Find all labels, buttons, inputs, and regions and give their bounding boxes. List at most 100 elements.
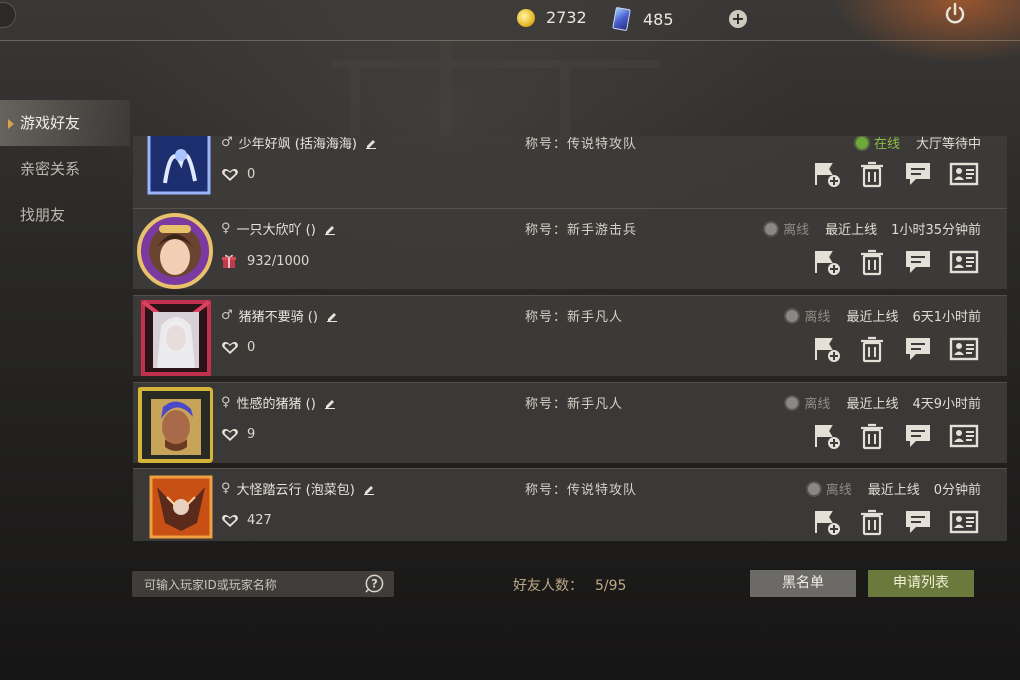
gender-icon: ♂ — [221, 308, 233, 323]
friend-count-label: 好友人数： — [513, 578, 583, 594]
row-actions — [795, 421, 979, 451]
profile-card-icon[interactable] — [949, 507, 979, 537]
intimacy-value: 932/1000 — [247, 253, 310, 269]
last-online-label: 最近上线 — [825, 223, 878, 238]
friend-name: 猪猪不要骑 () — [238, 310, 318, 325]
power-icon[interactable] — [943, 2, 967, 26]
profile-card-icon[interactable] — [949, 421, 979, 451]
search-box — [132, 571, 394, 597]
edit-name-icon[interactable] — [365, 137, 377, 149]
profile-card-icon[interactable] — [949, 247, 979, 277]
friend-title: 称号：新手游击兵 — [525, 223, 638, 238]
intimacy-line: 0 — [221, 340, 255, 355]
friend-name: 一只大欣吖 () — [236, 223, 316, 238]
friend-name-line: ♂ 猪猪不要骑 () — [221, 306, 338, 325]
sidebar-item-2[interactable]: 找朋友 — [0, 192, 130, 238]
gender-icon: ♀ — [221, 395, 231, 410]
gift-icon — [222, 254, 236, 268]
chat-icon[interactable] — [903, 247, 933, 277]
card-display: 485 — [612, 6, 674, 32]
gender-icon: ♀ — [221, 481, 231, 496]
chat-icon[interactable] — [903, 421, 933, 451]
avatar[interactable] — [137, 213, 213, 289]
intimacy-line: 427 — [221, 513, 272, 528]
friend-count: 好友人数： 5/95 — [513, 575, 626, 595]
chat-icon[interactable] — [903, 334, 933, 364]
add-currency-button[interactable]: + — [729, 10, 747, 28]
status-dot-icon — [786, 309, 799, 322]
back-button[interactable] — [0, 2, 16, 28]
edit-name-icon[interactable] — [324, 397, 336, 409]
status-text: 在线 — [873, 137, 900, 152]
avatar[interactable] — [137, 473, 213, 541]
status-dot-icon — [855, 136, 868, 149]
profile-card-icon[interactable] — [949, 159, 979, 189]
row-actions — [795, 159, 979, 189]
row-actions — [795, 507, 979, 537]
background-structure — [330, 40, 660, 140]
edit-name-icon[interactable] — [326, 310, 338, 322]
friend-row[interactable]: ♂ 少年好飒 (括海海海) 0 称号：传说特攻队 在线 大厅等待中 — [133, 136, 1007, 209]
top-bar: 2732 485 + — [0, 0, 1020, 40]
intimacy-value: 427 — [247, 513, 272, 528]
last-online-label: 最近上线 — [846, 397, 899, 412]
trash-icon[interactable] — [857, 159, 887, 189]
sidebar-item-0[interactable]: 游戏好友 — [0, 100, 130, 146]
friend-row[interactable]: ♀ 一只大欣吖 () 932/1000 称号：新手游击兵 离线 最近上线 1小时35分钟前 — [133, 208, 1007, 289]
status-text: 离线 — [783, 223, 810, 238]
friend-name-line: ♀ 一只大欣吖 () — [221, 219, 336, 238]
requests-button[interactable]: 申请列表 — [868, 570, 974, 597]
sidebar: 游戏好友 亲密关系 找朋友 — [0, 100, 130, 238]
profile-card-icon[interactable] — [949, 334, 979, 364]
avatar[interactable] — [137, 136, 213, 209]
chat-icon[interactable] — [903, 507, 933, 537]
trash-icon[interactable] — [857, 421, 887, 451]
friend-row[interactable]: ♂ 猪猪不要骑 () 0 称号：新手凡人 离线 最近上线 6天1小时前 — [133, 295, 1007, 376]
flag-add-icon[interactable] — [811, 159, 841, 189]
chat-icon[interactable] — [903, 159, 933, 189]
status-time: 0分钟前 — [933, 483, 981, 498]
status-dot-icon — [807, 482, 820, 495]
edit-name-icon[interactable] — [363, 483, 375, 495]
intimacy-line: 9 — [221, 427, 255, 442]
help-icon[interactable]: ? — [363, 573, 384, 594]
trash-icon[interactable] — [857, 507, 887, 537]
friend-name-line: ♀ 大怪踏云行 (泡菜包) — [221, 479, 375, 498]
status-text: 离线 — [825, 483, 852, 498]
svg-text:?: ? — [371, 576, 378, 590]
intimacy-value: 0 — [247, 167, 256, 182]
edit-name-icon[interactable] — [324, 223, 336, 235]
flag-add-icon[interactable] — [811, 247, 841, 277]
intimacy-line: 932/1000 — [221, 253, 309, 269]
row-actions — [795, 334, 979, 364]
friend-row[interactable]: ♀ 性感的猪猪 () 9 称号：新手凡人 离线 最近上线 4天9小时前 — [133, 382, 1007, 463]
online-status: 离线 最近上线 4天9小时前 — [786, 393, 981, 412]
flag-add-icon[interactable] — [811, 421, 841, 451]
heart-icon — [222, 168, 238, 181]
flag-add-icon[interactable] — [811, 507, 841, 537]
status-dot-icon — [765, 222, 778, 235]
intimacy-value: 0 — [247, 340, 256, 355]
status-text: 离线 — [804, 310, 831, 325]
status-time: 1小时35分钟前 — [891, 223, 981, 238]
search-input[interactable] — [142, 574, 356, 596]
status-text: 离线 — [804, 397, 831, 412]
row-actions — [795, 247, 979, 277]
trash-icon[interactable] — [857, 334, 887, 364]
online-status: 离线 最近上线 1小时35分钟前 — [765, 219, 981, 238]
intimacy-value: 9 — [247, 427, 256, 442]
flag-add-icon[interactable] — [811, 334, 841, 364]
intimacy-line: 0 — [221, 167, 255, 182]
avatar[interactable] — [137, 300, 213, 376]
trash-icon[interactable] — [857, 247, 887, 277]
friend-name-line: ♀ 性感的猪猪 () — [221, 393, 336, 412]
blacklist-button[interactable]: 黑名单 — [750, 570, 856, 597]
status-dot-icon — [786, 396, 799, 409]
friend-row[interactable]: ♀ 大怪踏云行 (泡菜包) 427 称号：传说特攻队 离线 最近上线 0分钟前 — [133, 468, 1007, 541]
avatar[interactable] — [137, 387, 213, 463]
status-time: 大厅等待中 — [915, 137, 981, 152]
sidebar-item-1[interactable]: 亲密关系 — [0, 146, 130, 192]
heart-icon — [222, 514, 238, 527]
friend-title: 称号：传说特攻队 — [525, 483, 638, 498]
status-time: 4天9小时前 — [912, 397, 981, 412]
